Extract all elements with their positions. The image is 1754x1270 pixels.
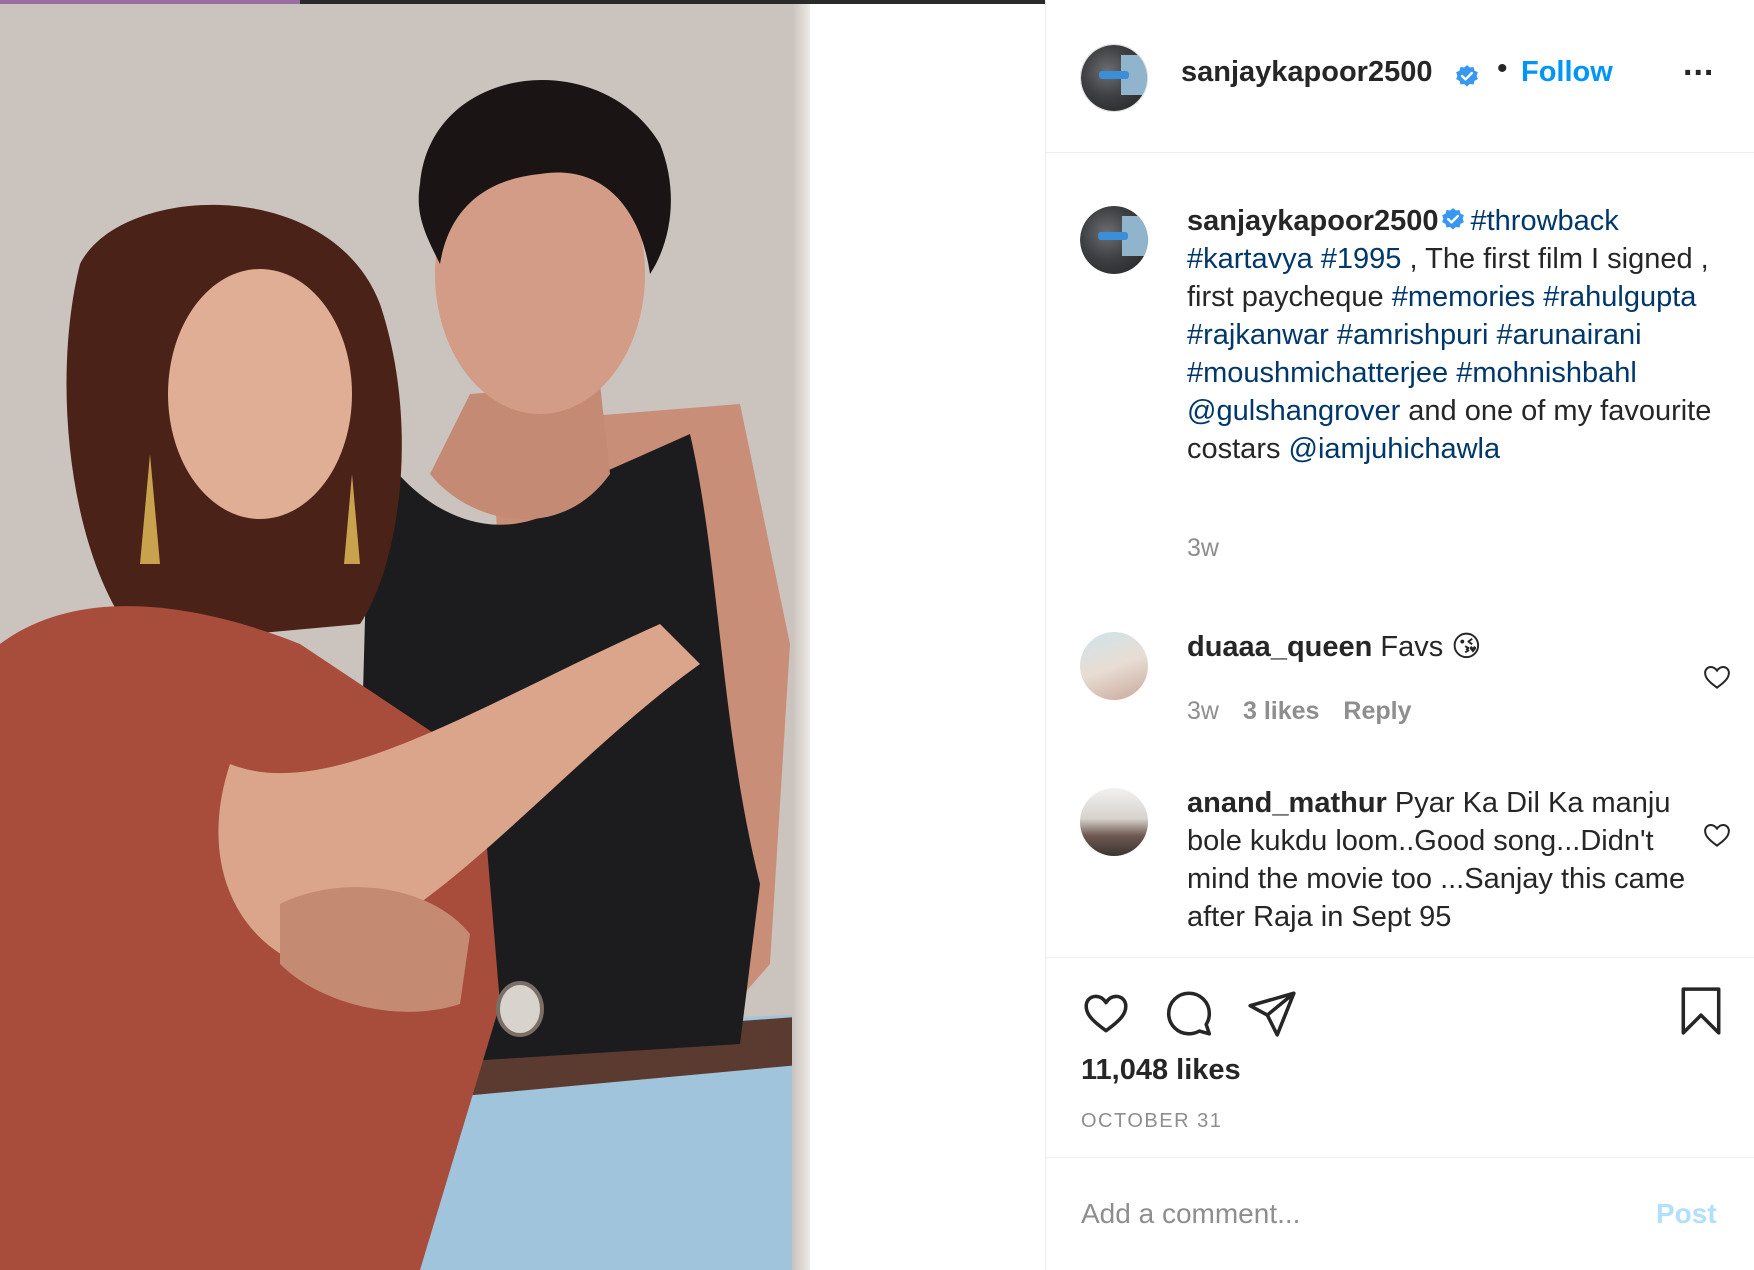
comment-input[interactable] xyxy=(1081,1192,1621,1236)
verified-badge-icon xyxy=(1442,208,1465,230)
caption-time[interactable]: 3w xyxy=(1187,534,1219,562)
post-media[interactable] xyxy=(0,0,1045,1270)
caption-hashtag-link[interactable]: #1995 xyxy=(1321,243,1402,275)
caption-hashtag-link[interactable]: #rajkanwar xyxy=(1187,319,1329,351)
author-avatar[interactable] xyxy=(1080,44,1148,112)
comment-bubble-icon[interactable] xyxy=(1164,988,1214,1038)
comment-username[interactable]: duaaa_queen xyxy=(1187,631,1372,663)
caption-hashtag-link[interactable]: #memories xyxy=(1392,281,1535,313)
comment-text: anand_mathur Pyar Ka Dil Ka manju bole k… xyxy=(1187,784,1707,936)
photo-edge xyxy=(792,4,810,1270)
comment-item: anand_mathur Pyar Ka Dil Ka manju bole k… xyxy=(1046,758,1754,957)
woman-face-shape xyxy=(168,269,352,519)
paper-plane-icon[interactable] xyxy=(1247,988,1297,1038)
caption-hashtag-link[interactable]: #rahulgupta xyxy=(1543,281,1696,313)
post-actions: 11,048 likes OCTOBER 31 xyxy=(1046,957,1754,1157)
comment-meta: 3w 3 likes Reply xyxy=(1187,697,1436,726)
caption-hashtag-link[interactable]: #kartavya xyxy=(1187,243,1313,275)
caption-text: sanjaykapoor2500 #throwback #kartavya #1… xyxy=(1187,202,1747,468)
comment-heart-icon[interactable] xyxy=(1702,662,1732,692)
commenter-avatar[interactable] xyxy=(1080,788,1148,856)
comment-heart-icon[interactable] xyxy=(1702,820,1732,850)
post-header: sanjaykapoor2500 • Follow ... xyxy=(1046,0,1754,153)
header-separator: • xyxy=(1497,52,1508,85)
caption-hashtag-link[interactable]: #amrishpuri xyxy=(1337,319,1489,351)
caption-hashtag-link[interactable]: #moushmichatterjee xyxy=(1187,357,1448,389)
comment-time[interactable]: 3w xyxy=(1187,697,1219,725)
caption-text-segment xyxy=(1448,357,1456,389)
commenter-avatar[interactable] xyxy=(1080,632,1148,700)
author-username[interactable]: sanjaykapoor2500 xyxy=(1181,56,1432,89)
more-options-icon[interactable]: ... xyxy=(1683,47,1723,88)
caption-meta: 3w xyxy=(1187,534,1243,563)
bookmark-icon[interactable] xyxy=(1676,986,1726,1036)
comment-likes[interactable]: 3 likes xyxy=(1243,697,1319,725)
reply-button[interactable]: Reply xyxy=(1343,697,1411,725)
caption-username[interactable]: sanjaykapoor2500 xyxy=(1187,205,1438,237)
post-date[interactable]: OCTOBER 31 xyxy=(1081,1110,1222,1133)
caption-hashtag-link[interactable]: @iamjuhichawla xyxy=(1289,433,1501,465)
comment-text: duaaa_queen Favs 😘 xyxy=(1187,628,1707,666)
post-sidebar: sanjaykapoor2500 • Follow ... sanjaykapo… xyxy=(1045,0,1754,1270)
comment-body: Favs 😘 xyxy=(1380,631,1482,663)
comment-username[interactable]: anand_mathur xyxy=(1187,787,1387,819)
caption-text-segment xyxy=(1313,243,1321,275)
photo-illustration xyxy=(0,4,810,1270)
post-comment-button[interactable]: Post xyxy=(1656,1198,1717,1230)
comments-list[interactable]: sanjaykapoor2500 #throwback #kartavya #1… xyxy=(1046,154,1754,957)
post-caption: sanjaykapoor2500 #throwback #kartavya #1… xyxy=(1046,154,1754,584)
likes-count[interactable]: 11,048 likes xyxy=(1081,1054,1241,1087)
caption-avatar[interactable] xyxy=(1080,206,1148,274)
heart-icon[interactable] xyxy=(1081,988,1131,1038)
post-photo[interactable] xyxy=(0,4,810,1270)
caption-hashtag-link[interactable]: #arunairani xyxy=(1496,319,1641,351)
caption-hashtag-link[interactable]: @gulshangrover xyxy=(1187,395,1400,427)
caption-hashtag-link[interactable]: #throwback xyxy=(1470,205,1618,237)
caption-hashtag-link[interactable]: #mohnishbahl xyxy=(1456,357,1637,389)
caption-text-segment xyxy=(1329,319,1337,351)
verified-badge-icon xyxy=(1456,65,1478,87)
comment-item: duaaa_queen Favs 😘 3w 3 likes Reply xyxy=(1046,614,1754,744)
follow-button[interactable]: Follow xyxy=(1521,56,1613,89)
caption-body: #throwback #kartavya #1995 , The first f… xyxy=(1187,205,1711,465)
add-comment-bar: Post xyxy=(1046,1157,1754,1270)
